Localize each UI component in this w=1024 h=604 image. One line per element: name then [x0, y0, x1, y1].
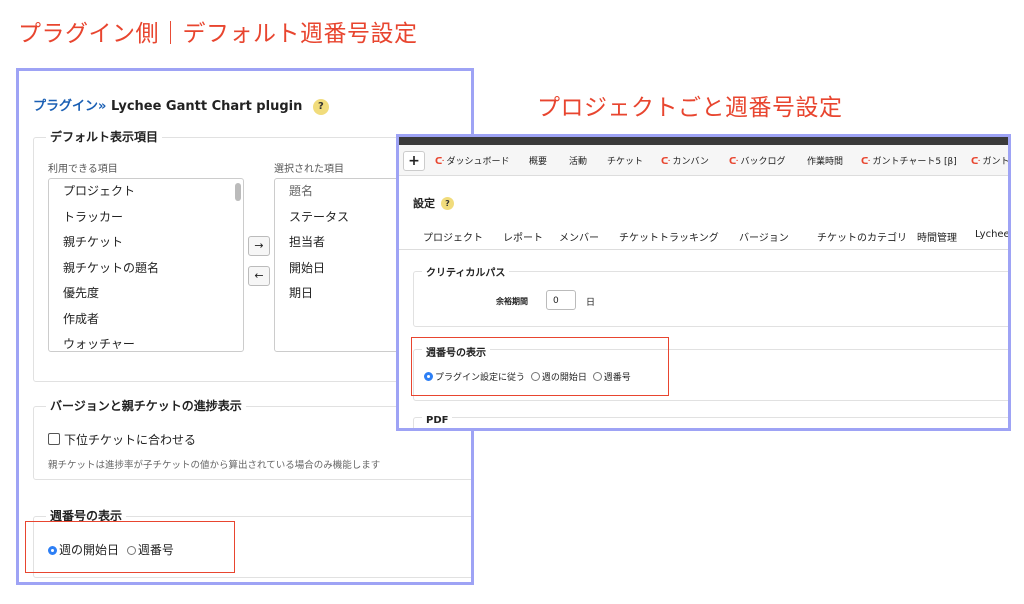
pdf-legend: PDF — [422, 415, 453, 426]
list-item[interactable]: 優先度 — [49, 281, 243, 307]
menu-item-kanban[interactable]: ᑢ カンバン — [661, 154, 709, 167]
add-item-button[interactable]: → — [248, 236, 270, 256]
menu-item-time-entries[interactable]: 作業時間 — [807, 154, 843, 167]
tab-versions[interactable]: バージョン — [739, 229, 789, 244]
critical-path-fieldset: クリティカルパス 余裕期間 0 日 — [413, 264, 1008, 327]
lychee-icon: ᑢ — [971, 157, 981, 167]
subtask-checkbox[interactable] — [48, 433, 60, 445]
available-items-list[interactable]: プロジェクト トラッカー 親チケット 親チケットの題名 優先度 作成者 ウォッチ… — [48, 178, 244, 352]
menu-item-gantt5[interactable]: ᑢ ガントチャート5 [β] — [861, 154, 957, 167]
list-item[interactable]: 親チケットの題名 — [49, 256, 243, 282]
new-object-button[interactable]: + — [403, 151, 425, 171]
pdf-fieldset: PDF — [413, 415, 1008, 428]
subtask-checkbox-label: 下位チケットに合わせる — [64, 433, 197, 447]
caption-project-side: プロジェクトごと週番号設定 — [537, 95, 843, 121]
tab-report[interactable]: レポート — [503, 229, 543, 244]
lychee-icon: ᑢ — [661, 157, 671, 167]
tab-issue-categories[interactable]: チケットのカテゴリ — [817, 229, 907, 244]
tab-project[interactable]: プロジェクト — [423, 229, 483, 244]
tab-lychee[interactable]: Lychee — [975, 229, 1008, 240]
list-item[interactable]: 親チケット — [49, 230, 243, 256]
plugin-title: Lychee Gantt Chart plugin — [110, 99, 303, 114]
default-display-legend: デフォルト表示項目 — [46, 128, 163, 145]
list-item[interactable]: プロジェクト — [49, 179, 243, 205]
slack-label: 余裕期間 — [496, 297, 528, 306]
menu-item-dashboard[interactable]: ᑢ ダッシュボード — [435, 154, 509, 167]
menu-item-issues[interactable]: チケット — [607, 154, 643, 167]
menu-item-overview[interactable]: 概要 — [529, 154, 547, 167]
remove-item-button[interactable]: ← — [248, 266, 270, 286]
list-item[interactable]: トラッカー — [49, 205, 243, 231]
menu-item-gantt[interactable]: ᑢ ガント — [971, 154, 1008, 167]
help-icon[interactable]: ? — [312, 99, 329, 115]
settings-title: 設定? — [413, 195, 454, 211]
settings-tabs: プロジェクト レポート メンバー チケットトラッキング バージョン チケットのカ… — [399, 223, 1008, 250]
tab-issue-tracking[interactable]: チケットトラッキング — [619, 229, 719, 244]
top-bar — [399, 137, 1008, 145]
menu-item-backlog[interactable]: ᑢ バックログ — [729, 154, 785, 167]
list-item[interactable]: 作成者 — [49, 307, 243, 333]
list-item[interactable]: ウォッチャー — [49, 332, 243, 351]
slack-input[interactable]: 0 — [546, 290, 576, 310]
tab-time-tracking[interactable]: 時間管理 — [917, 229, 957, 244]
slack-unit: 日 — [586, 298, 596, 308]
selected-items-label: 選択された項目 — [274, 164, 344, 175]
breadcrumb-plugins-link[interactable]: プラグイン» — [33, 99, 106, 114]
lychee-icon: ᑢ — [729, 157, 739, 167]
project-settings-screenshot: + ᑢ ダッシュボード 概要 活動 チケット ᑢ カンバン ᑢ バックログ 作業時間 … — [396, 134, 1011, 431]
available-items-label: 利用できる項目 — [48, 164, 118, 175]
scrollbar-thumb[interactable] — [235, 183, 241, 201]
caption-plugin-side: プラグイン側｜デフォルト週番号設定 — [18, 21, 418, 47]
highlight-box — [25, 521, 235, 573]
help-icon[interactable]: ? — [441, 197, 454, 210]
menu-item-activity[interactable]: 活動 — [569, 154, 587, 167]
tab-members[interactable]: メンバー — [559, 229, 599, 244]
subtask-checkbox-row[interactable]: 下位チケットに合わせる — [48, 431, 196, 448]
lychee-icon: ᑢ — [861, 157, 871, 167]
page-title: プラグイン» Lychee Gantt Chart plugin ? — [33, 95, 329, 115]
lychee-icon: ᑢ — [435, 157, 445, 167]
highlight-box — [411, 337, 669, 396]
progress-legend: バージョンと親チケットの進捗表示 — [46, 397, 246, 414]
critical-path-legend: クリティカルパス — [422, 264, 510, 279]
project-menu: + ᑢ ダッシュボード 概要 活動 チケット ᑢ カンバン ᑢ バックログ 作業時間 … — [399, 145, 1008, 176]
progress-note: 親チケットは進捗率が子チケットの値から算出されている場合のみ機能します — [48, 460, 381, 471]
